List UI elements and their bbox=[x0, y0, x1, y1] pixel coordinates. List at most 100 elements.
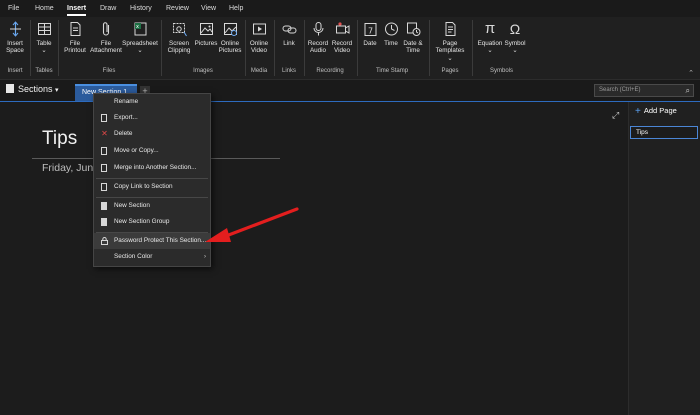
ribbon-separator bbox=[161, 20, 162, 76]
time-button[interactable]: Time bbox=[381, 17, 401, 65]
group-label-pages: Pages bbox=[441, 68, 459, 74]
record-audio-button[interactable]: Record Audio bbox=[306, 17, 330, 65]
group-label-media: Media bbox=[250, 68, 268, 74]
online-picture-icon bbox=[223, 21, 238, 37]
menu-item-copy-link[interactable]: Copy Link to Section bbox=[94, 179, 210, 195]
new-section-group-icon bbox=[101, 218, 108, 226]
menu-item-delete[interactable]: ✕ Delete bbox=[94, 126, 210, 142]
insert-space-button[interactable]: Insert Space bbox=[2, 17, 28, 65]
svg-text:7: 7 bbox=[368, 27, 373, 36]
ribbon-separator bbox=[429, 20, 430, 76]
group-label-recording: Recording bbox=[316, 68, 344, 74]
menu-item-move-copy[interactable]: Move or Copy... bbox=[94, 143, 210, 159]
online-video-button[interactable]: Online Video bbox=[247, 17, 271, 65]
menu-tab-view[interactable]: View bbox=[201, 0, 216, 17]
section-context-menu: Rename Export... ✕ Delete Move or Copy..… bbox=[93, 93, 211, 267]
table-button[interactable]: Table ⌄ bbox=[32, 17, 56, 65]
search-input[interactable]: Search (Ctrl+E) ⌕ bbox=[594, 84, 694, 97]
menu-item-export[interactable]: Export... bbox=[94, 110, 210, 126]
file-printout-button[interactable]: File Printout bbox=[60, 17, 90, 65]
notebook-icon bbox=[6, 84, 14, 93]
ribbon-separator bbox=[274, 20, 275, 76]
menu-item-password-protect[interactable]: Password Protect This Section... bbox=[94, 233, 210, 249]
screen-clipping-icon bbox=[172, 21, 187, 37]
date-time-button[interactable]: Date & Time bbox=[401, 17, 425, 65]
menu-tab-insert[interactable]: Insert bbox=[67, 0, 87, 17]
add-page-button[interactable]: + Add Page bbox=[635, 106, 677, 117]
chevron-right-icon: › bbox=[204, 254, 206, 260]
video-icon bbox=[252, 21, 267, 37]
table-icon bbox=[37, 21, 52, 37]
menu-item-rename[interactable]: Rename bbox=[94, 94, 210, 110]
chevron-down-icon: ⌄ bbox=[487, 47, 493, 55]
menu-tab-history[interactable]: History bbox=[130, 0, 152, 17]
ribbon-separator bbox=[30, 20, 31, 76]
pictures-button[interactable]: Pictures bbox=[194, 17, 218, 65]
calendar-clock-icon bbox=[406, 21, 421, 37]
group-label-links: Links bbox=[281, 68, 296, 74]
record-video-button[interactable]: Record Video bbox=[330, 17, 354, 65]
equation-button[interactable]: π Equation ⌄ bbox=[476, 17, 504, 65]
insert-space-icon bbox=[8, 21, 23, 37]
file-attachment-button[interactable]: File Attachment bbox=[90, 17, 122, 65]
collapse-ribbon-icon[interactable]: ⌃ bbox=[688, 69, 694, 77]
menu-tab-file[interactable]: File bbox=[8, 0, 19, 17]
page-list-panel: + Add Page Tips bbox=[628, 102, 700, 415]
menu-tab-home[interactable]: Home bbox=[35, 0, 54, 17]
svg-text:x: x bbox=[136, 24, 139, 30]
picture-icon bbox=[199, 21, 214, 37]
page-title[interactable]: Tips bbox=[42, 128, 77, 150]
ribbon-separator bbox=[357, 20, 358, 76]
group-label-tables: Tables bbox=[35, 68, 53, 74]
group-label-symbols: Symbols bbox=[489, 68, 513, 74]
menu-item-merge[interactable]: Merge into Another Section... bbox=[94, 160, 210, 176]
chevron-down-icon: ▾ bbox=[55, 87, 59, 94]
page-list-item[interactable]: Tips bbox=[630, 126, 698, 139]
lock-icon bbox=[101, 237, 108, 245]
menu-bar: File Home Insert Draw History Review Vie… bbox=[0, 0, 700, 17]
delete-x-icon: ✕ bbox=[101, 129, 108, 138]
page-templates-button[interactable]: Page Templates ⌄ bbox=[432, 17, 468, 65]
online-pictures-button[interactable]: Online Pictures bbox=[218, 17, 242, 65]
search-icon[interactable]: ⌕ bbox=[686, 85, 690, 96]
file-printout-icon bbox=[68, 21, 83, 37]
menu-item-new-section-group[interactable]: New Section Group bbox=[94, 214, 210, 230]
menu-item-new-section[interactable]: New Section bbox=[94, 198, 210, 214]
symbol-button[interactable]: Ω Symbol ⌄ bbox=[503, 17, 527, 65]
new-section-icon bbox=[101, 202, 108, 210]
menu-tab-review[interactable]: Review bbox=[166, 0, 189, 17]
spreadsheet-icon: x bbox=[133, 21, 148, 37]
group-label-images: Images bbox=[193, 68, 213, 74]
chevron-down-icon: ⌄ bbox=[41, 47, 47, 55]
expand-icon[interactable]: ⤢ bbox=[612, 110, 619, 121]
merge-icon bbox=[101, 164, 108, 172]
chevron-down-icon: ⌄ bbox=[137, 47, 143, 55]
pi-icon: π bbox=[484, 20, 496, 37]
spreadsheet-button[interactable]: x Spreadsheet ⌄ bbox=[122, 17, 158, 65]
search-placeholder: Search (Ctrl+E) bbox=[599, 87, 641, 93]
notebook-dropdown[interactable]: Sections ▾ bbox=[6, 84, 59, 97]
group-label-time-stamp: Time Stamp bbox=[375, 68, 409, 74]
chevron-down-icon: ⌄ bbox=[447, 54, 453, 62]
calendar-icon: 7 bbox=[363, 21, 378, 37]
ribbon: Insert Space Table ⌄ File Printout File … bbox=[0, 17, 700, 80]
clock-icon bbox=[384, 21, 399, 37]
page-date: Friday, June bbox=[42, 162, 99, 174]
link-button[interactable]: Link bbox=[277, 17, 301, 65]
ribbon-separator bbox=[58, 20, 59, 76]
screen-clipping-button[interactable]: Screen Clipping bbox=[164, 17, 194, 65]
link-icon bbox=[282, 21, 297, 37]
chevron-down-icon: ⌄ bbox=[512, 47, 518, 55]
menu-tab-draw[interactable]: Draw bbox=[100, 0, 116, 17]
move-copy-icon bbox=[101, 147, 108, 155]
copy-link-icon bbox=[101, 183, 108, 191]
group-label-files: Files bbox=[102, 68, 116, 74]
menu-tab-help[interactable]: Help bbox=[229, 0, 243, 17]
omega-icon: Ω bbox=[509, 21, 521, 37]
paperclip-icon bbox=[99, 21, 114, 37]
menu-item-section-color[interactable]: Section Color › bbox=[94, 249, 210, 265]
group-label-insert: Insert bbox=[7, 68, 23, 74]
plus-icon: + bbox=[635, 106, 641, 117]
page-template-icon bbox=[443, 21, 458, 37]
date-button[interactable]: 7 Date bbox=[359, 17, 381, 65]
